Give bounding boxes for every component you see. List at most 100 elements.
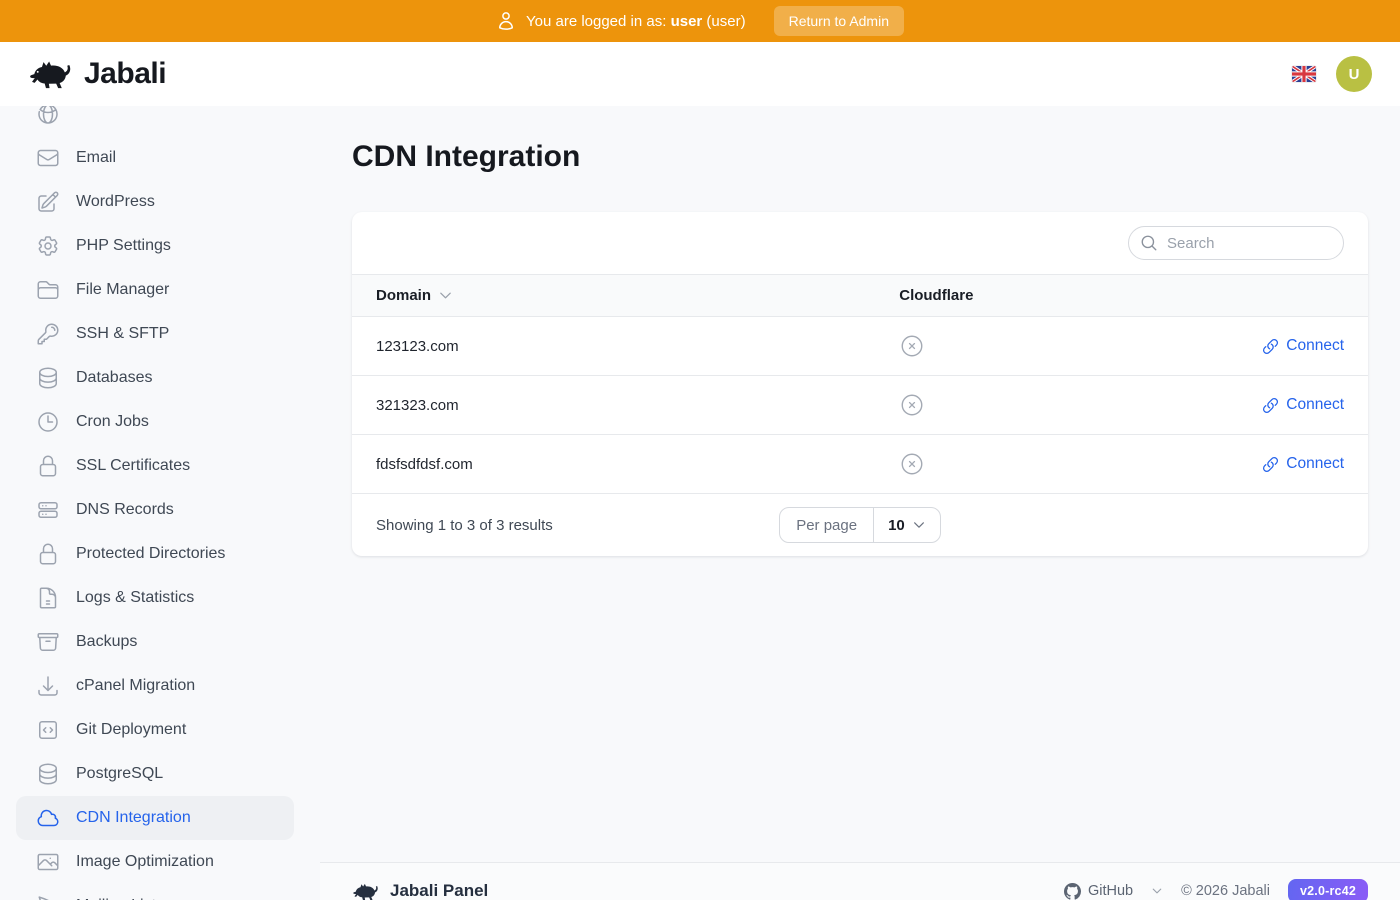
photo-icon bbox=[36, 850, 60, 874]
sidebar-item-label: File Manager bbox=[76, 281, 169, 299]
sidebar-item-wordpress[interactable]: WordPress bbox=[16, 180, 294, 224]
folder-icon bbox=[36, 278, 60, 302]
github-icon bbox=[1064, 883, 1081, 900]
sidebar-item-protected-directories[interactable]: Protected Directories bbox=[16, 532, 294, 576]
sidebar-item-php-settings[interactable]: PHP Settings bbox=[16, 224, 294, 268]
login-message: You are logged in as: user (user) bbox=[526, 13, 746, 30]
key-icon bbox=[36, 322, 60, 346]
sidebar-nav: Email WordPress PHP Settings File Manage… bbox=[0, 106, 320, 900]
server-icon bbox=[36, 498, 60, 522]
login-username: user bbox=[671, 13, 703, 30]
sidebar-item-cpanel-migration[interactable]: cPanel Migration bbox=[16, 664, 294, 708]
per-page-value: 10 bbox=[888, 517, 905, 534]
table-row: fdsfsdfdsf.com Connect bbox=[352, 435, 1368, 494]
lock-icon bbox=[36, 454, 60, 478]
sidebar-item-label: Backups bbox=[76, 633, 137, 651]
boar-logo-icon bbox=[352, 881, 380, 900]
sidebar-item-label: cPanel Migration bbox=[76, 677, 195, 695]
app-header: Jabali U bbox=[0, 42, 1400, 106]
column-header-cloudflare: Cloudflare bbox=[875, 275, 1368, 317]
chevron-down-icon bbox=[1151, 885, 1163, 897]
connect-link[interactable]: Connect bbox=[1262, 337, 1344, 355]
database-icon bbox=[36, 762, 60, 786]
sidebar-item-postgresql[interactable]: PostgreSQL bbox=[16, 752, 294, 796]
sidebar-item-partial[interactable] bbox=[16, 106, 294, 136]
sidebar-item-ssl-certificates[interactable]: SSL Certificates bbox=[16, 444, 294, 488]
sidebar-item-label: SSH & SFTP bbox=[76, 325, 169, 343]
lock-icon bbox=[36, 542, 60, 566]
sidebar-item-backups[interactable]: Backups bbox=[16, 620, 294, 664]
domain-cell: fdsfsdfdsf.com bbox=[352, 435, 875, 494]
code-bracket-icon bbox=[36, 718, 60, 742]
page-footer: Jabali Panel GitHub © 2026 Jabali v2.0-r… bbox=[320, 862, 1400, 900]
paper-plane-icon bbox=[36, 894, 60, 900]
sidebar-item-label: PHP Settings bbox=[76, 237, 171, 255]
sidebar-item-cdn-integration[interactable]: CDN Integration bbox=[16, 796, 294, 840]
page-title: CDN Integration bbox=[352, 140, 1368, 174]
connect-link[interactable]: Connect bbox=[1262, 396, 1344, 414]
domain-cell: 123123.com bbox=[352, 317, 875, 376]
cdn-table-card: Domain Cloudflare 123123.com bbox=[352, 212, 1368, 556]
link-icon bbox=[1262, 338, 1279, 355]
globe-icon bbox=[36, 106, 60, 126]
sidebar-item-label: Databases bbox=[76, 369, 153, 387]
column-header-domain[interactable]: Domain bbox=[352, 275, 875, 317]
sidebar-item-label: Cron Jobs bbox=[76, 413, 149, 431]
envelope-icon bbox=[36, 146, 60, 170]
version-badge[interactable]: v2.0-rc42 bbox=[1288, 879, 1368, 900]
sidebar-item-ssh-sftp[interactable]: SSH & SFTP bbox=[16, 312, 294, 356]
x-circle-icon bbox=[899, 333, 925, 359]
sidebar-item-label: SSL Certificates bbox=[76, 457, 190, 475]
boar-logo-icon bbox=[28, 57, 74, 91]
sidebar-item-label: Email bbox=[76, 149, 116, 167]
user-icon bbox=[496, 11, 516, 31]
brand-name: Jabali bbox=[84, 57, 166, 91]
x-circle-icon bbox=[899, 392, 925, 418]
sidebar-item-label: Protected Directories bbox=[76, 545, 225, 563]
clock-icon bbox=[36, 410, 60, 434]
sidebar-item-mailing-lists[interactable]: Mailing Lists bbox=[16, 884, 294, 900]
gear-icon bbox=[36, 234, 60, 258]
sidebar-item-logs-statistics[interactable]: Logs & Statistics bbox=[16, 576, 294, 620]
sidebar-item-label: Logs & Statistics bbox=[76, 589, 194, 607]
archive-box-icon bbox=[36, 630, 60, 654]
domain-cell: 321323.com bbox=[352, 376, 875, 435]
sidebar-item-email[interactable]: Email bbox=[16, 136, 294, 180]
x-circle-icon bbox=[899, 451, 925, 477]
brand-logo[interactable]: Jabali bbox=[28, 57, 166, 91]
github-link[interactable]: GitHub bbox=[1064, 883, 1133, 900]
footer-brand-name: Jabali Panel bbox=[390, 881, 488, 900]
language-selector[interactable] bbox=[1292, 66, 1316, 82]
table-row: 321323.com Connect bbox=[352, 376, 1368, 435]
footer-brand: Jabali Panel bbox=[352, 881, 488, 900]
download-tray-icon bbox=[36, 674, 60, 698]
sidebar-item-dns-records[interactable]: DNS Records bbox=[16, 488, 294, 532]
user-avatar[interactable]: U bbox=[1336, 56, 1372, 92]
impersonation-banner: You are logged in as: user (user) Return… bbox=[0, 0, 1400, 42]
sidebar-item-label: CDN Integration bbox=[76, 809, 191, 827]
search-input[interactable] bbox=[1128, 226, 1344, 260]
per-page-select[interactable]: Per page 10 bbox=[779, 507, 941, 543]
sidebar-item-label: PostgreSQL bbox=[76, 765, 163, 783]
results-summary: Showing 1 to 3 of 3 results bbox=[376, 517, 553, 534]
copyright-text: © 2026 Jabali bbox=[1181, 883, 1270, 899]
sidebar-item-image-optimization[interactable]: Image Optimization bbox=[16, 840, 294, 884]
link-icon bbox=[1262, 456, 1279, 473]
search-icon bbox=[1140, 234, 1158, 252]
database-icon bbox=[36, 366, 60, 390]
return-to-admin-button[interactable]: Return to Admin bbox=[774, 6, 904, 36]
per-page-label: Per page bbox=[780, 508, 874, 542]
link-icon bbox=[1262, 397, 1279, 414]
sidebar-item-git-deployment[interactable]: Git Deployment bbox=[16, 708, 294, 752]
document-text-icon bbox=[36, 586, 60, 610]
domains-table: Domain Cloudflare 123123.com bbox=[352, 274, 1368, 494]
sidebar-item-cron-jobs[interactable]: Cron Jobs bbox=[16, 400, 294, 444]
cloud-icon bbox=[36, 806, 60, 830]
sidebar-item-label: DNS Records bbox=[76, 501, 174, 519]
uk-flag-icon bbox=[1292, 66, 1316, 82]
sidebar-item-label: Git Deployment bbox=[76, 721, 186, 739]
sidebar-item-databases[interactable]: Databases bbox=[16, 356, 294, 400]
sort-chevron-icon bbox=[438, 288, 453, 303]
sidebar-item-file-manager[interactable]: File Manager bbox=[16, 268, 294, 312]
connect-link[interactable]: Connect bbox=[1262, 455, 1344, 473]
